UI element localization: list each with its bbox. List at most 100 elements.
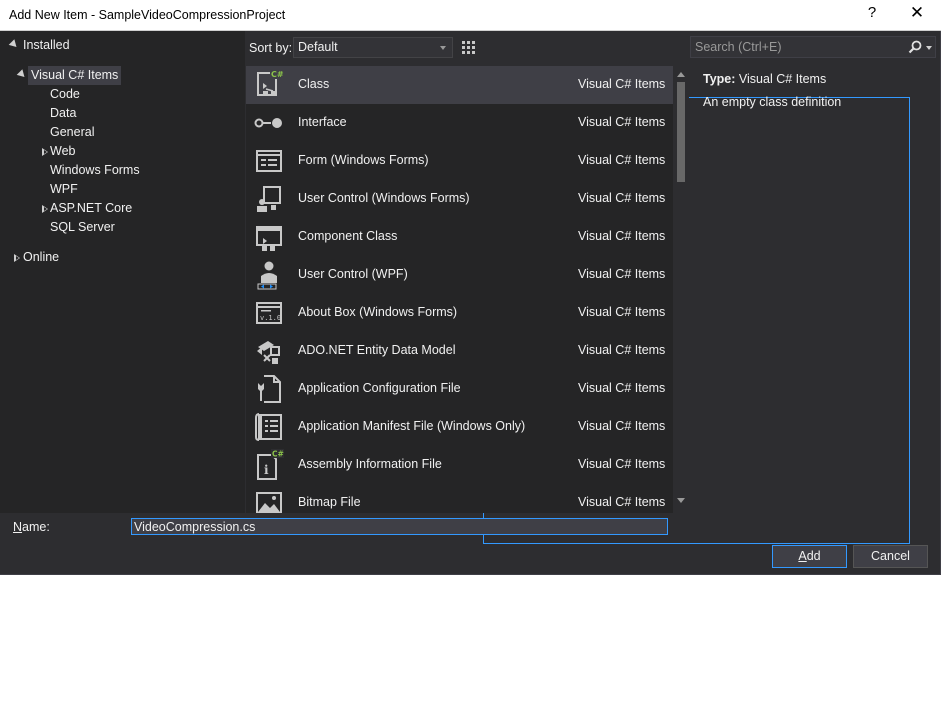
item-name: Interface: [298, 115, 347, 129]
name-label-mnemonic: N: [13, 520, 23, 534]
list-item[interactable]: User Control (WPF) Visual C# Items: [246, 256, 673, 294]
sort-toolbar: Sort by: Default: [245, 31, 910, 544]
item-category: Visual C# Items: [578, 457, 666, 471]
component-icon: [256, 226, 282, 251]
item-category: Visual C# Items: [578, 153, 666, 167]
item-name: Application Configuration File: [298, 381, 461, 395]
collapsed-arrow-icon[interactable]: [42, 148, 48, 156]
list-item[interactable]: Application Manifest File (Windows Only)…: [246, 408, 673, 446]
dropdown-arrow-icon: [440, 46, 446, 50]
add-new-item-dialog: Add New Item - SampleVideoCompressionPro…: [0, 0, 941, 575]
list-scrollbar[interactable]: [673, 66, 689, 513]
svg-text:C#: C#: [272, 450, 284, 459]
list-item[interactable]: Bitmap File Visual C# Items: [246, 484, 673, 513]
tree-node-windows-forms[interactable]: Windows Forms: [50, 161, 140, 180]
add-button-text: dd: [806, 549, 821, 563]
name-input[interactable]: [131, 518, 668, 535]
list-item[interactable]: v.1.0 About Box (Windows Forms) Visual C…: [246, 294, 673, 332]
config-file-icon: [258, 375, 281, 403]
add-button-mnemonic: A: [798, 549, 807, 563]
tree-label-web: Web: [50, 144, 76, 158]
type-value: Visual C# Items: [738, 72, 827, 86]
tree-node-code[interactable]: Code: [50, 85, 80, 104]
item-name: Application Manifest File (Windows Only): [298, 419, 526, 433]
svg-text:i: i: [264, 463, 269, 477]
item-category: Visual C# Items: [578, 267, 666, 281]
window-title: Add New Item - SampleVideoCompressionPro…: [9, 8, 286, 22]
item-name: Assembly Information File: [298, 457, 442, 471]
list-item[interactable]: Component Class Visual C# Items: [246, 218, 673, 256]
expanded-arrow-icon[interactable]: [16, 69, 28, 80]
name-label-text: ame:: [22, 520, 50, 534]
item-category: Visual C# Items: [578, 229, 666, 243]
item-category: Visual C# Items: [578, 191, 666, 205]
form-icon: [256, 150, 282, 172]
item-name: ADO.NET Entity Data Model: [298, 343, 456, 357]
list-item[interactable]: User Control (Windows Forms) Visual C# I…: [246, 180, 673, 218]
scroll-thumb[interactable]: [677, 82, 685, 182]
tree-label-aspnet-core: ASP.NET Core: [50, 201, 133, 215]
tree-label-visual-csharp-items: Visual C# Items: [28, 66, 122, 85]
list-item[interactable]: C# Class Visual C# Items: [246, 66, 673, 104]
manifest-file-icon: [255, 413, 282, 441]
item-name: Form (Windows Forms): [298, 153, 429, 167]
search-icon[interactable]: [907, 39, 923, 55]
template-tree: Installed Visual C# Items Code Data Gene…: [0, 31, 245, 513]
class-icon: C#: [257, 69, 284, 96]
tree-node-data[interactable]: Data: [50, 104, 76, 123]
search-options-arrow-icon[interactable]: [926, 46, 932, 50]
add-button[interactable]: Add: [772, 545, 847, 568]
scroll-up-arrow-icon[interactable]: [677, 72, 685, 77]
collapsed-arrow-icon[interactable]: [14, 254, 20, 262]
item-name: User Control (Windows Forms): [298, 191, 470, 205]
item-category: Visual C# Items: [578, 381, 666, 395]
wpf-user-control-icon: [257, 261, 277, 290]
item-category: Visual C# Items: [578, 77, 666, 91]
name-label: Name:: [13, 520, 50, 534]
item-category: Visual C# Items: [578, 419, 666, 433]
item-name: Component Class: [298, 229, 398, 243]
expanded-arrow-icon[interactable]: [8, 39, 20, 50]
sort-by-value: Default: [298, 40, 338, 54]
title-bar: Add New Item - SampleVideoCompressionPro…: [0, 0, 941, 31]
svg-text:v.1.0: v.1.0: [260, 314, 281, 322]
tree-node-general[interactable]: General: [50, 123, 94, 142]
cancel-button[interactable]: Cancel: [853, 545, 928, 568]
item-name: Bitmap File: [298, 495, 361, 509]
list-item[interactable]: C# i Assembly Information File Visual C#…: [246, 446, 673, 484]
details-pane: Type: Visual C# Items An empty class def…: [690, 66, 940, 513]
item-category: Visual C# Items: [578, 305, 666, 319]
about-box-icon: v.1.0: [256, 302, 282, 324]
user-control-icon: [257, 186, 281, 212]
list-item[interactable]: Form (Windows Forms) Visual C# Items: [246, 142, 673, 180]
list-item[interactable]: Interface Visual C# Items: [246, 104, 673, 142]
search-input[interactable]: [691, 37, 901, 57]
collapsed-arrow-icon[interactable]: [42, 205, 48, 213]
sort-by-label: Sort by:: [249, 41, 293, 55]
item-description: An empty class definition: [703, 95, 842, 109]
sort-by-dropdown[interactable]: Default: [293, 37, 453, 58]
scroll-down-arrow-icon[interactable]: [677, 498, 685, 503]
bitmap-icon: [256, 492, 282, 513]
item-name: Class: [298, 77, 330, 91]
type-label: Type:: [703, 72, 736, 86]
tree-node-wpf[interactable]: WPF: [50, 180, 78, 199]
list-item[interactable]: Application Configuration File Visual C#…: [246, 370, 673, 408]
list-item[interactable]: ADO.NET Entity Data Model Visual C# Item…: [246, 332, 673, 370]
close-button[interactable]: ✕: [904, 3, 930, 27]
tree-node-sql-server[interactable]: SQL Server: [50, 218, 115, 237]
svg-text:C#: C#: [271, 70, 284, 79]
search-box[interactable]: [690, 36, 936, 58]
item-name: User Control (WPF): [298, 267, 408, 281]
tree-label-installed: Installed: [23, 38, 70, 52]
interface-icon: [254, 118, 282, 128]
grid-view-icon: [462, 41, 475, 54]
item-category: Visual C# Items: [578, 495, 666, 509]
item-category: Visual C# Items: [578, 115, 666, 129]
template-list: C# Class Visual C# Items Interface Visua…: [246, 66, 673, 513]
type-row: Type: Visual C# Items: [703, 72, 826, 86]
small-icons-view-button[interactable]: [457, 37, 479, 58]
item-name: About Box (Windows Forms): [298, 305, 458, 319]
entity-model-icon: [257, 341, 280, 364]
help-button[interactable]: ?: [860, 4, 884, 26]
